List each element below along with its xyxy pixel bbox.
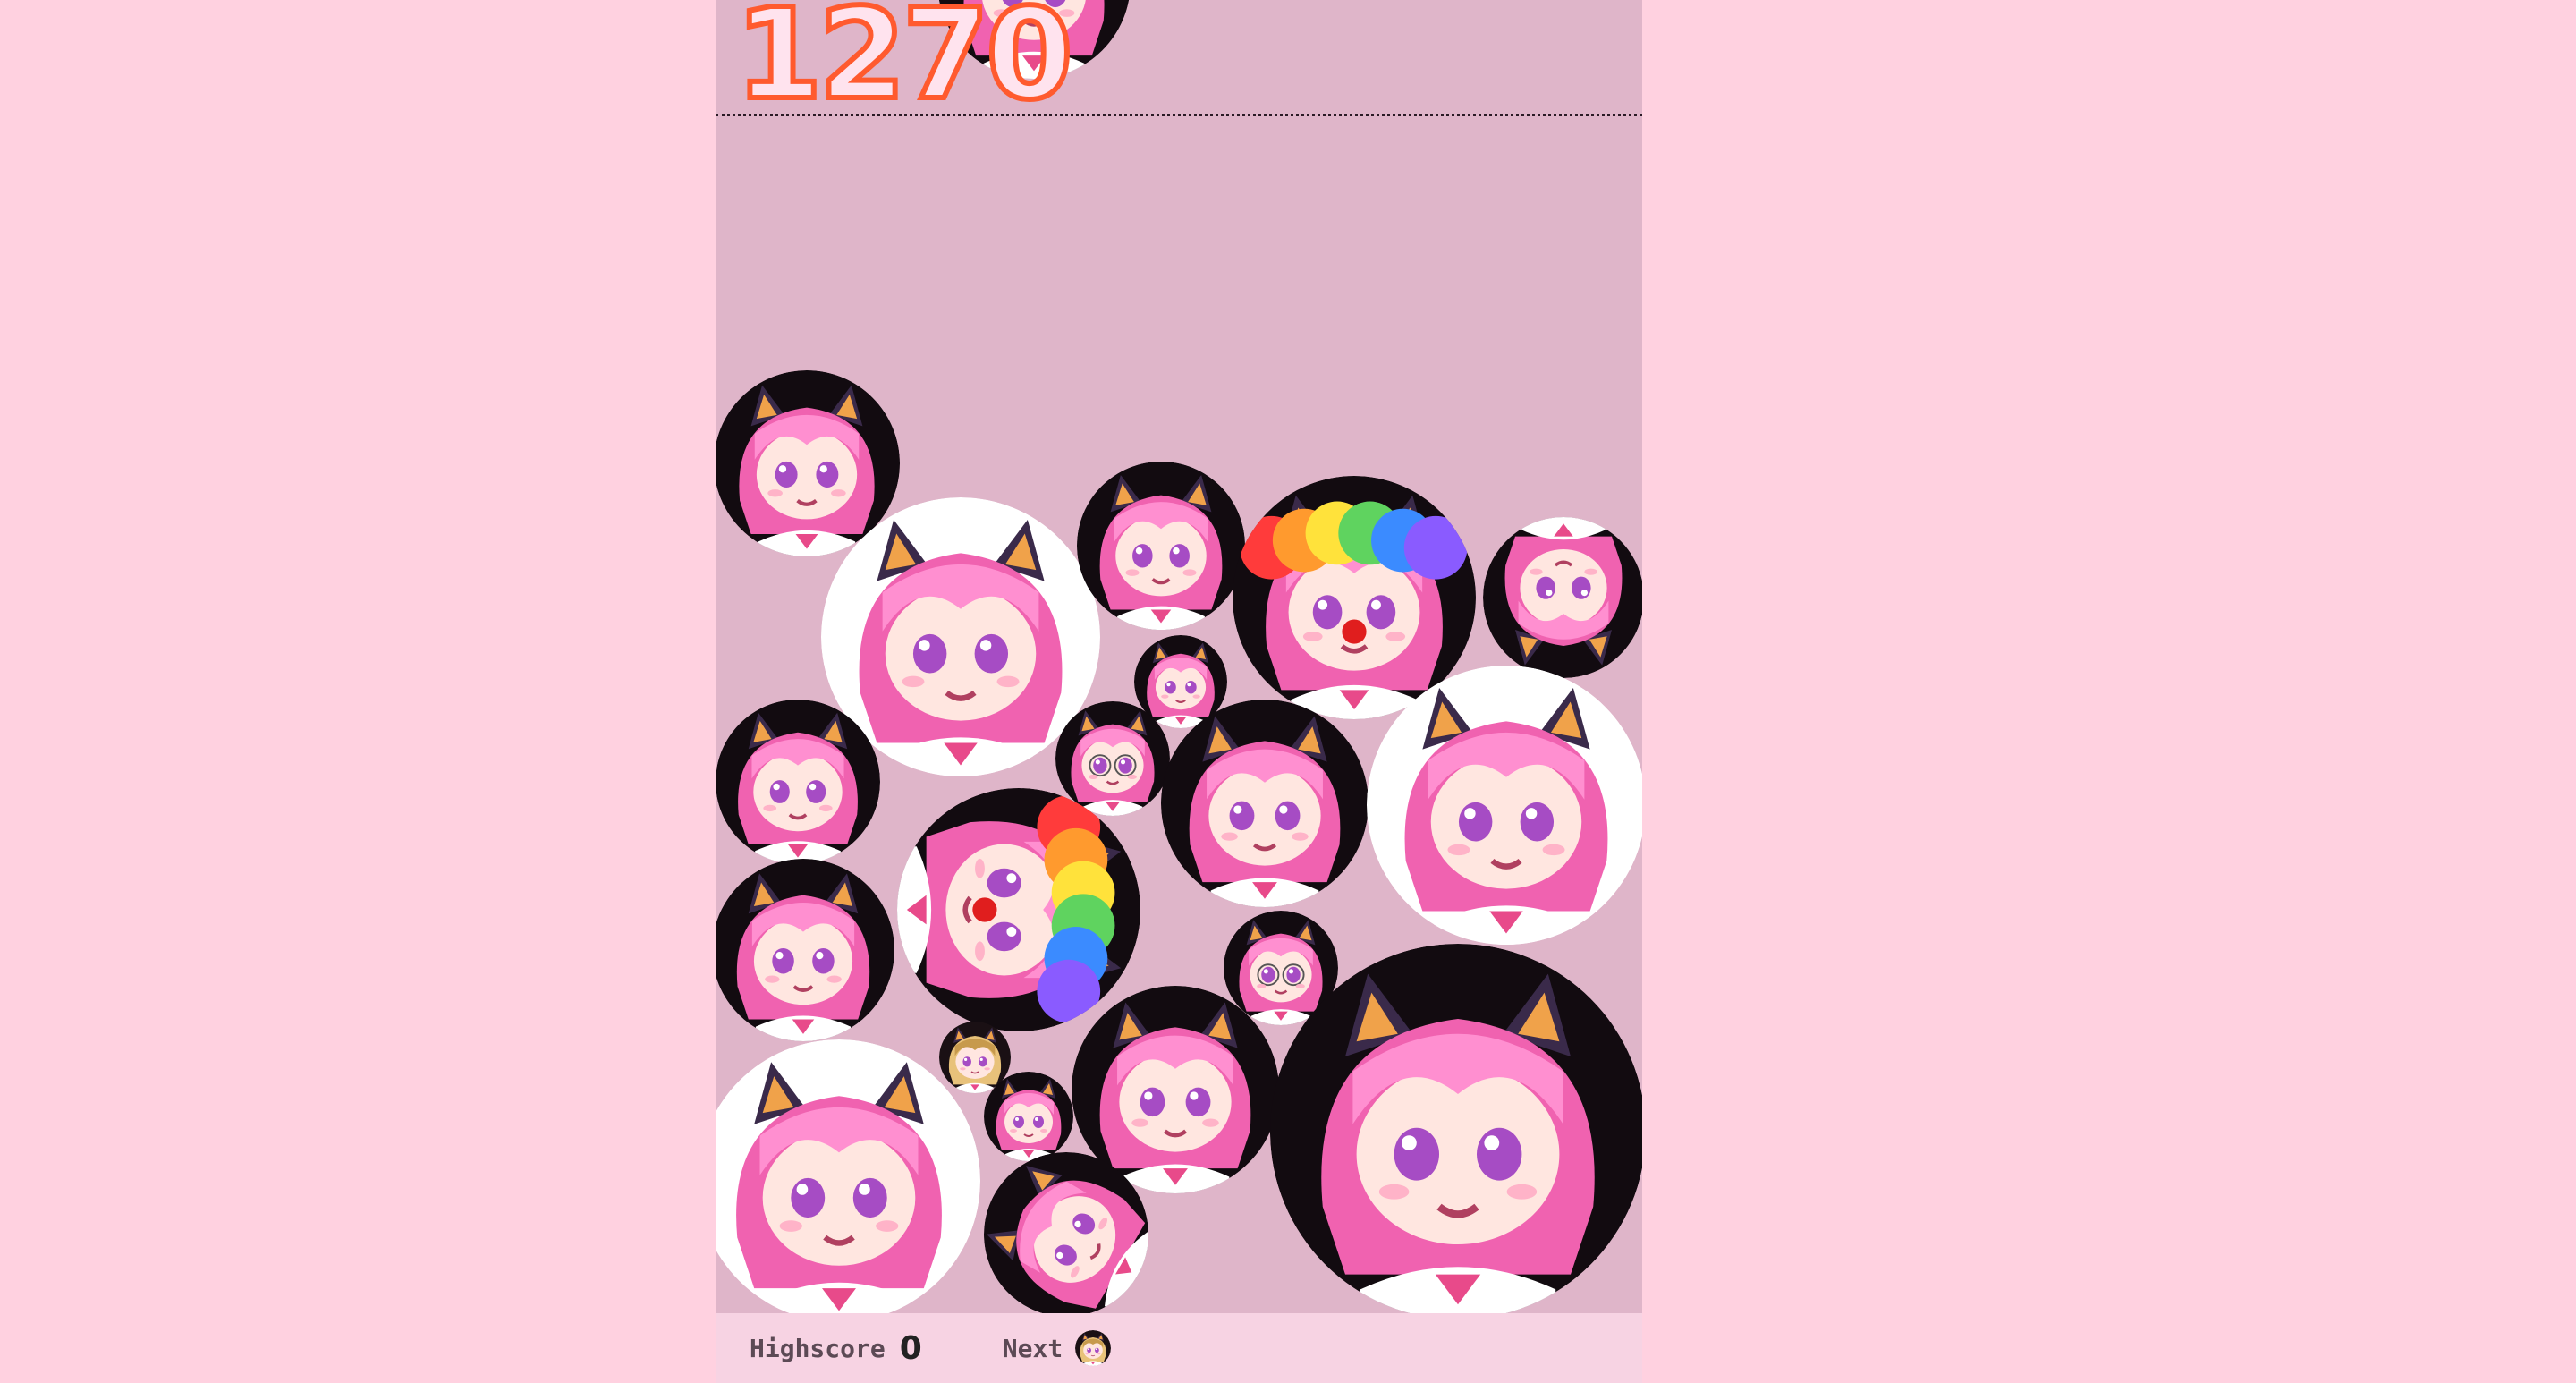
- chibi-tongue-icon: [1077, 462, 1245, 630]
- score-display: 1270: [733, 0, 1076, 128]
- chibi-drink-icon: [1161, 700, 1368, 907]
- chibi-small-icon: [984, 1072, 1073, 1161]
- chibi-glasses-icon: [1055, 701, 1170, 816]
- footer-bar: Highscore 0 Next: [716, 1313, 1642, 1383]
- next-label: Next: [1002, 1333, 1063, 1363]
- chibi-tongue-icon: [716, 700, 880, 864]
- chibi-shy-icon: [716, 1039, 980, 1322]
- chibi-upside-down-icon: [1483, 517, 1642, 678]
- highscore-label: Highscore: [750, 1333, 886, 1363]
- game-board[interactable]: 1270 Highscore 0 Next: [716, 0, 1642, 1383]
- chibi-clown-icon: [897, 788, 1140, 1031]
- chibi-smile-icon: [716, 859, 894, 1041]
- highscore-value: 0: [899, 1329, 922, 1367]
- chibi-open-mouth-icon: [1270, 944, 1642, 1319]
- next-ball-preview: [1075, 1330, 1112, 1366]
- chibi-shy-icon: [1367, 666, 1642, 945]
